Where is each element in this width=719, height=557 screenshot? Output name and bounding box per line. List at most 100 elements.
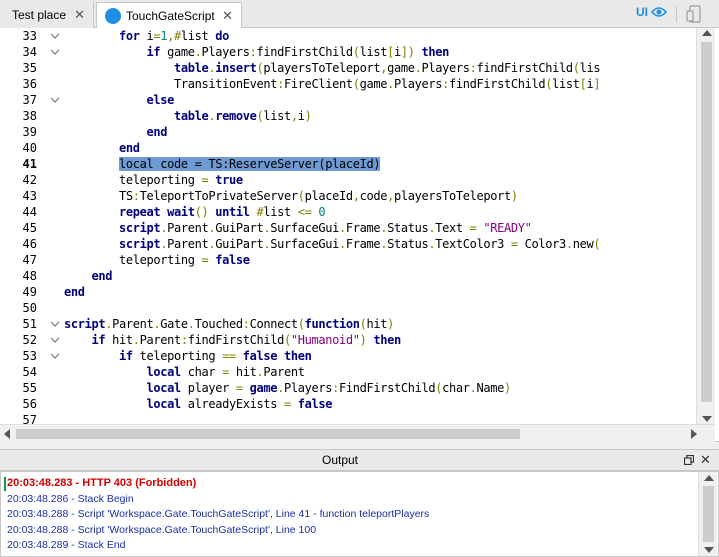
code-token: table [174,61,209,75]
code-token: . [339,221,346,235]
scroll-right-icon[interactable] [691,429,697,439]
scroll-up-icon[interactable] [704,475,714,481]
code-line[interactable]: script.Parent.GuiPart.SurfaceGui.Frame.S… [64,220,532,236]
code-token: . [565,237,573,251]
close-icon[interactable]: ✕ [222,8,233,24]
editor-vertical-scrollbar[interactable] [696,28,715,424]
code-area[interactable]: for i=1,#list do if game.Players:findFir… [64,28,696,424]
code-line[interactable]: repeat wait() until #list <= 0 [64,204,326,220]
close-icon[interactable]: ✕ [700,452,711,468]
code-line[interactable]: table.insert(playersToTeleport,game.Play… [64,60,601,76]
scroll-down-icon[interactable] [702,416,712,422]
restore-window-icon[interactable] [684,455,694,465]
code-token: FireClient [284,77,353,91]
output-error-line[interactable]: 20:03:48.283 - HTTP 403 (Forbidden) [7,475,196,491]
code-line[interactable]: if hit.Parent:findFirstChild("Humanoid")… [64,332,402,348]
code-token: ( [297,317,305,331]
scroll-down-icon[interactable] [704,547,714,553]
output-line[interactable]: 20:03:48.286 - Stack Begin [7,491,134,507]
code-token: [ [387,45,394,59]
ui-visibility-toggle[interactable]: UI [636,5,667,19]
output-line[interactable]: 20:03:48.289 - Stack End [7,537,126,553]
code-line[interactable]: script.Parent.GuiPart.SurfaceGui.Frame.S… [64,236,601,252]
code-line[interactable]: else [64,92,175,108]
code-token: Status [387,221,429,235]
script-editor[interactable]: 33 34 35 36 37 38 39 40 41 42 43 44 45 46 47 48 49 50 51 52… [0,28,719,442]
tab-touch-gate-script[interactable]: TouchGateScript ✕ [96,2,242,29]
editor-horizontal-scrollbar[interactable] [0,424,715,442]
code-token: findFirstChild [187,333,285,347]
output-log[interactable]: 20:03:48.283 - HTTP 403 (Forbidden) 20:03… [0,471,719,557]
line-number: 46 [22,237,37,251]
code-token: . [187,317,195,331]
scrollbar-thumb[interactable] [703,486,714,542]
code-line[interactable]: local code = TS:ReserveServer(placeId) [64,156,381,172]
code-token: insert [215,61,257,75]
line-number: 40 [22,141,37,155]
code-token: <= [297,205,312,219]
code-token: . [194,45,202,59]
scroll-up-icon[interactable] [702,30,712,36]
code-token: teleporting [64,253,202,267]
code-line[interactable]: local char = hit.Parent [64,364,305,380]
scrollbar-thumb[interactable] [701,42,712,402]
fold-chevron-icon[interactable] [50,348,60,364]
code-line[interactable]: TransitionEvent:FireClient(game.Players:… [64,76,601,92]
fold-chevron-icon[interactable] [50,44,60,60]
scrollbar-thumb[interactable] [16,429,520,439]
code-line[interactable]: teleporting = false [64,252,250,268]
code-token: Parent [167,221,209,235]
code-line[interactable]: for i=1,#list do [64,28,229,44]
code-token: alreadyExists [180,397,284,411]
code-line[interactable]: if teleporting == false then [64,348,312,364]
code-token: Parent [139,333,182,347]
code-token: end [146,125,168,139]
code-token: GuiPart [215,237,264,251]
fold-chevron-icon[interactable] [50,92,60,108]
code-line[interactable]: teleporting = true [64,172,243,188]
code-line[interactable]: local alreadyExists = false [64,396,333,412]
code-token: script [119,237,161,251]
code-token: Parent [263,365,305,379]
code-token: new [572,237,594,251]
code-token: Parent [167,237,209,251]
fold-chevron-icon[interactable] [50,332,60,348]
code-line[interactable]: end [64,124,168,140]
scroll-left-icon[interactable] [4,429,10,439]
code-token: : [469,61,477,75]
code-token: end [91,269,113,283]
code-token: findFirstChild [476,61,574,75]
code-line[interactable]: if game.Players:findFirstChild(list[i]) … [64,44,450,60]
fold-chevron-icon[interactable] [50,28,60,44]
fold-column [42,28,64,424]
code-token: false [242,349,278,363]
tab-test-place[interactable]: Test place ✕ [0,2,94,28]
code-token: Color3 [517,237,567,251]
tab-label: Test place [12,8,67,22]
output-line[interactable]: 20:03:48.288 - Script 'Workspace.Gate.To… [7,506,429,522]
code-token: game [387,61,415,75]
code-line[interactable]: end [64,140,140,156]
close-icon[interactable]: ✕ [74,7,85,23]
code-token: GuiPart [215,221,264,235]
code-line[interactable]: table.remove(list,i) [64,108,312,124]
code-line[interactable]: end [64,268,113,284]
output-vertical-scrollbar[interactable] [698,472,717,556]
code-line[interactable]: local player = game.Players:FindFirstChi… [64,380,512,396]
output-line[interactable]: 20:03:48.288 - Script 'Workspace.Gate.To… [7,522,316,538]
code-line[interactable]: end [64,284,85,300]
device-emulator-icon[interactable] [686,5,702,23]
fold-chevron-icon[interactable] [50,316,60,332]
code-token: FindFirstChild [339,381,436,395]
code-token: Parent [112,317,154,331]
line-number-gutter: 33 34 35 36 37 38 39 40 41 42 43 44 45 46 47 48 49 50 51 52… [0,28,42,427]
code-line[interactable]: TS:TeleportToPrivateServer(placeId,code,… [64,188,518,204]
code-line[interactable]: script.Parent.Gate.Touched:Connect(funct… [64,316,394,332]
ui-toggle-label: UI [636,5,648,19]
